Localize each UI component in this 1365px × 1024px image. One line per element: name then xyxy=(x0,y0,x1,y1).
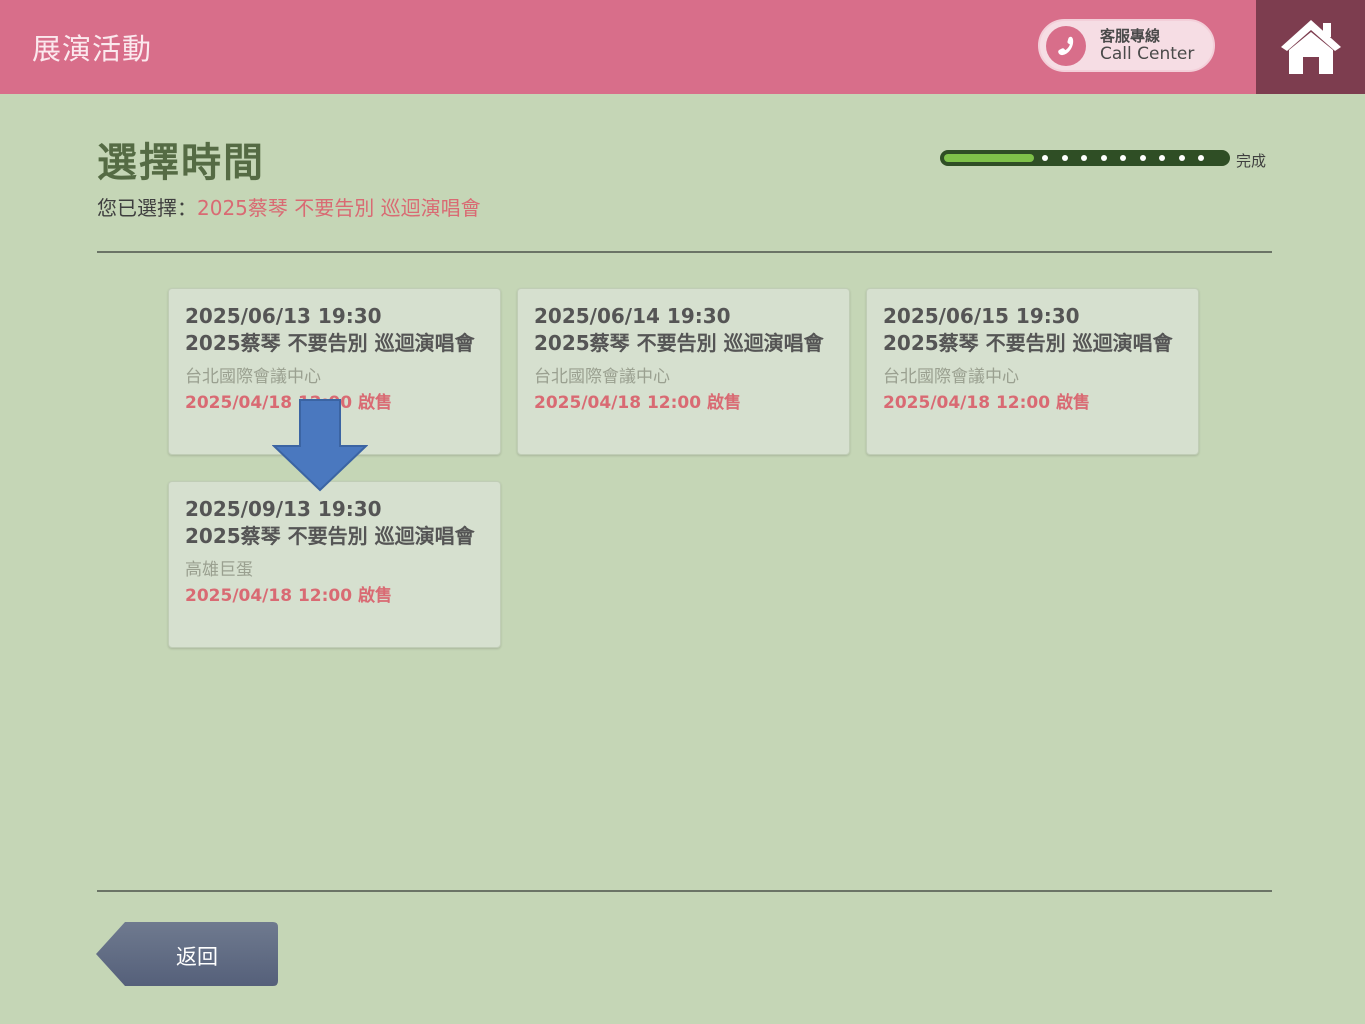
app-header: 展演活動 客服專線 Call Center xyxy=(0,0,1365,94)
progress-step-dot xyxy=(1120,155,1126,161)
session-event-name: 2025蔡琴 不要告別 巡迴演唱會 xyxy=(185,331,475,355)
call-center-label-zh: 客服專線 xyxy=(1100,27,1161,45)
progress-step-dot xyxy=(1178,155,1185,161)
call-center-text: 客服專線 Call Center xyxy=(1100,27,1194,63)
progress-step-dot xyxy=(1139,155,1146,161)
session-datetime: 2025/06/14 19:30 xyxy=(534,304,731,328)
selected-label: 您已選擇： xyxy=(97,196,197,220)
page-title: 選擇時間 xyxy=(97,140,265,186)
session-datetime: 2025/09/13 19:30 xyxy=(185,497,382,521)
session-card[interactable]: 2025/09/13 19:30 2025蔡琴 不要告別 巡迴演唱會 高雄巨蛋 … xyxy=(168,481,501,648)
progress-step-dot xyxy=(1100,155,1107,161)
session-datetime: 2025/06/13 19:30 xyxy=(185,304,382,328)
progress-step-dot xyxy=(1042,155,1048,161)
down-arrow-icon xyxy=(272,399,368,492)
selected-event-name: 2025蔡琴 不要告別 巡迴演唱會 xyxy=(197,196,481,220)
session-event-name: 2025蔡琴 不要告別 巡迴演唱會 xyxy=(883,331,1173,355)
session-venue: 台北國際會議中心 xyxy=(185,367,321,387)
session-sale-time: 2025/04/18 12:00 啟售 xyxy=(185,586,392,606)
home-button[interactable] xyxy=(1256,0,1365,94)
progress-steps xyxy=(1042,155,1204,161)
session-venue: 台北國際會議中心 xyxy=(883,367,1019,387)
progress-step-dot xyxy=(1198,155,1204,161)
progress-step-dot xyxy=(1081,155,1087,161)
top-divider xyxy=(97,251,1272,253)
session-card[interactable]: 2025/06/15 19:30 2025蔡琴 不要告別 巡迴演唱會 台北國際會… xyxy=(866,288,1199,455)
home-icon xyxy=(1280,20,1341,74)
phone-icon xyxy=(1046,26,1086,66)
session-venue: 台北國際會議中心 xyxy=(534,367,670,387)
progress-step-dot xyxy=(1159,155,1165,161)
call-center-button[interactable]: 客服專線 Call Center xyxy=(1038,19,1215,72)
session-event-name: 2025蔡琴 不要告別 巡迴演唱會 xyxy=(534,331,824,355)
back-button-label: 返回 xyxy=(176,945,218,969)
session-datetime: 2025/06/15 19:30 xyxy=(883,304,1080,328)
session-sale-time: 2025/04/18 12:00 啟售 xyxy=(883,393,1090,413)
header-title: 展演活動 xyxy=(32,32,153,66)
session-event-name: 2025蔡琴 不要告別 巡迴演唱會 xyxy=(185,524,475,548)
progress-bar xyxy=(940,150,1230,166)
progress-fill xyxy=(944,154,1034,162)
session-sale-time: 2025/04/18 12:00 啟售 xyxy=(534,393,741,413)
session-venue: 高雄巨蛋 xyxy=(185,560,253,580)
session-card[interactable]: 2025/06/14 19:30 2025蔡琴 不要告別 巡迴演唱會 台北國際會… xyxy=(517,288,850,455)
bottom-divider xyxy=(97,890,1272,892)
progress-label: 完成 xyxy=(1236,152,1267,170)
call-center-label-en: Call Center xyxy=(1100,44,1195,64)
progress-step-dot xyxy=(1061,155,1068,161)
selected-event: 您已選擇：2025蔡琴 不要告別 巡迴演唱會 xyxy=(97,192,481,221)
